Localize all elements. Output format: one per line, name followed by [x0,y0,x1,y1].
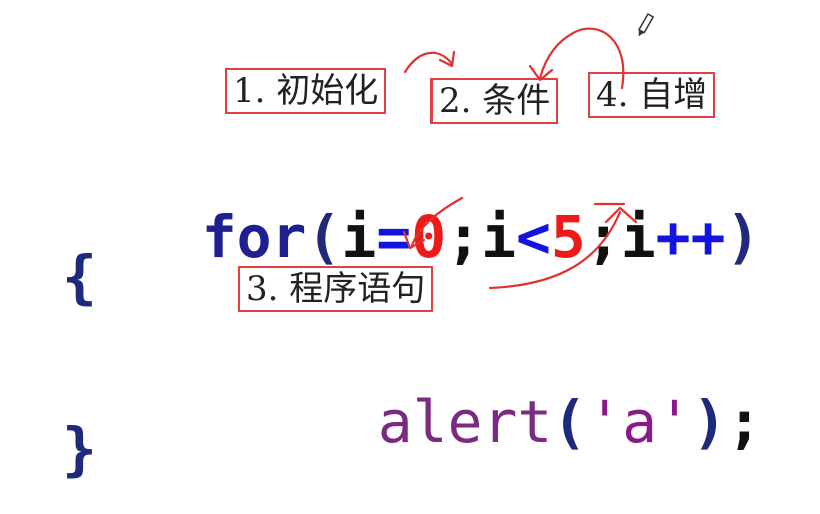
pen-icon [637,12,655,37]
arrow-increment-to-condition [538,27,625,90]
annotation-arrows [402,12,655,290]
arrow-condition-to-body [410,196,464,247]
arrow-body-to-increment [488,210,622,290]
for-loop-diagram: for(i=0;i<5;i++) { alert('a'); } 1. 初始化 … [0,0,820,495]
arrowhead-body-to-increment [604,206,638,224]
